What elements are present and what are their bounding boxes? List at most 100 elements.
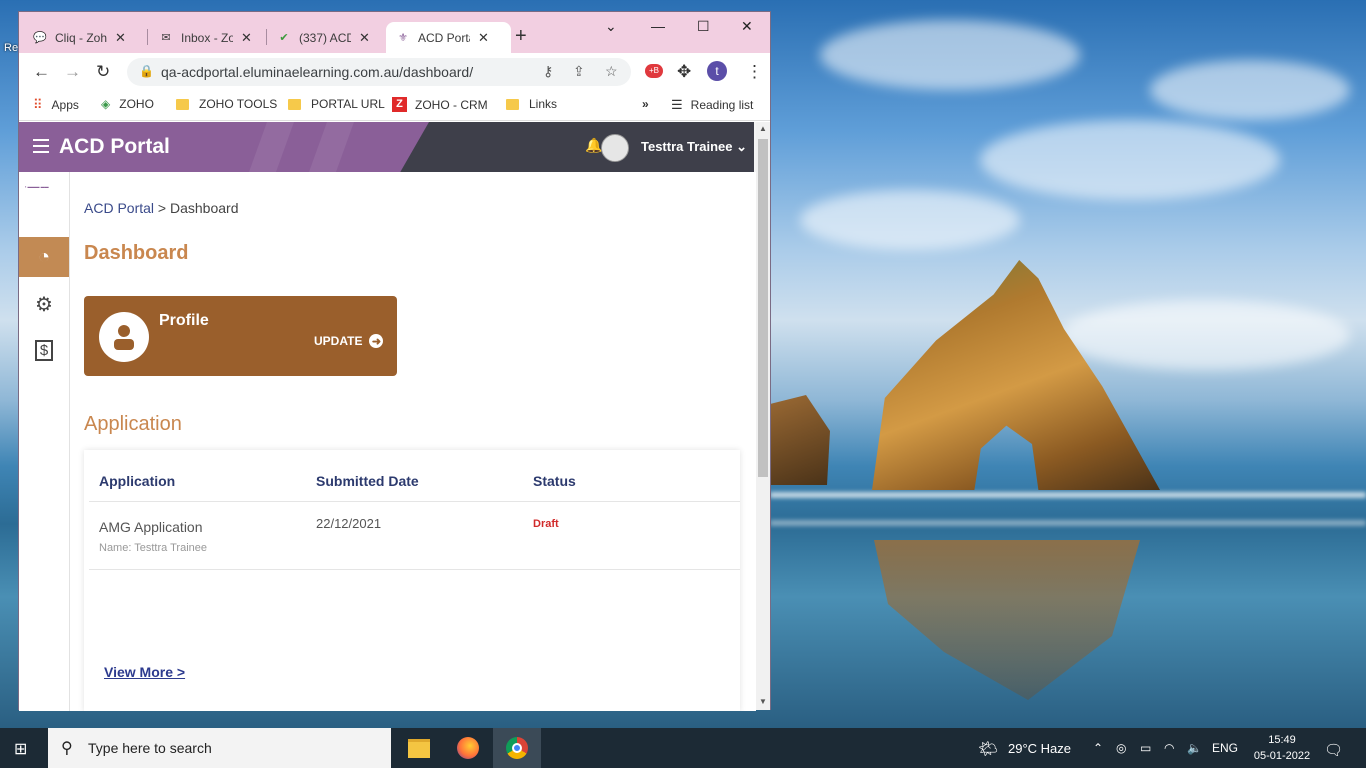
money-icon: $ bbox=[34, 339, 54, 361]
browser-toolbar: ← → ↻ 🔒 qa-acdportal.eluminaelearning.co… bbox=[19, 53, 770, 90]
folder-icon bbox=[506, 98, 519, 110]
extension-icon[interactable]: +B bbox=[645, 64, 663, 78]
reading-list-button[interactable]: ☰ Reading list bbox=[671, 97, 753, 113]
mail-icon: ✉ bbox=[161, 32, 171, 44]
scroll-down-icon[interactable]: ▼ bbox=[759, 697, 767, 706]
scroll-up-icon[interactable]: ▲ bbox=[759, 124, 767, 133]
browser-window: 💬 Cliq - Zoho ✕ ✉ Inbox - Zoho ✕ ✔ (337)… bbox=[18, 11, 771, 711]
hamburger-menu-icon[interactable] bbox=[33, 139, 49, 153]
close-window-button[interactable]: ✕ bbox=[741, 18, 753, 35]
page-scrollbar[interactable]: ▲ ▼ bbox=[756, 122, 770, 710]
windows-start-icon[interactable]: ⊞ bbox=[14, 739, 27, 759]
profile-avatar[interactable]: t bbox=[707, 61, 727, 81]
sea-arch-rock bbox=[872, 260, 1160, 490]
cliq-icon: 💬 bbox=[33, 32, 47, 44]
application-name: AMG Application bbox=[99, 519, 203, 535]
gear-icon: ⚙ bbox=[35, 293, 53, 316]
more-bookmarks-button[interactable]: » bbox=[642, 97, 649, 111]
bookmarks-bar: ⠿ Apps ◈ ZOHO ZOHO TOOLS PORTAL URL Z ZO… bbox=[19, 90, 770, 121]
close-icon[interactable]: ✕ bbox=[115, 30, 126, 46]
institution-logo: ▪ ▬▬▬ ▬▬ bbox=[25, 184, 49, 189]
sidebar-item-payments[interactable]: $ bbox=[19, 330, 69, 370]
weather-icon[interactable]: 🌤 bbox=[978, 739, 998, 759]
profile-card-title: Profile bbox=[159, 312, 209, 329]
back-icon[interactable]: ← bbox=[33, 62, 50, 82]
battery-icon[interactable]: ▭ bbox=[1140, 741, 1151, 755]
maximize-button[interactable]: ☐ bbox=[697, 18, 710, 35]
brand-title: ACD Portal bbox=[59, 135, 170, 158]
minimize-button[interactable]: — bbox=[651, 18, 665, 34]
bookmark-portal-url[interactable]: PORTAL URL bbox=[288, 97, 385, 111]
extensions-puzzle-icon[interactable]: ✥ bbox=[677, 62, 691, 82]
chrome-icon[interactable] bbox=[493, 728, 541, 768]
language-indicator[interactable]: ENG bbox=[1212, 741, 1238, 755]
breadcrumb-home-link[interactable]: ACD Portal bbox=[84, 200, 154, 216]
bookmark-links[interactable]: Links bbox=[506, 97, 557, 111]
share-icon[interactable]: ⇪ bbox=[573, 63, 585, 80]
close-icon[interactable]: ✕ bbox=[359, 30, 370, 46]
menu-dots-icon[interactable]: ⋮ bbox=[746, 62, 763, 82]
user-menu[interactable]: Testtra Trainee ⌄ bbox=[641, 139, 747, 155]
taskbar-search[interactable]: ⚲ Type here to search bbox=[48, 728, 391, 768]
sidebar-item-dashboard[interactable]: ◔ bbox=[19, 237, 69, 277]
page-viewport: ACD Portal 🔔 Testtra Trainee ⌄ ▪ ▬▬▬ ▬▬ … bbox=[19, 122, 756, 711]
close-icon[interactable]: ✕ bbox=[241, 30, 252, 46]
check-icon: ✔ bbox=[279, 32, 289, 44]
meet-icon[interactable]: ◎ bbox=[1116, 741, 1126, 755]
wifi-icon[interactable]: ◠ bbox=[1164, 741, 1174, 755]
tab-search-icon[interactable]: ⌄ bbox=[605, 18, 617, 35]
arrow-right-circle-icon: ➜ bbox=[369, 334, 384, 348]
file-explorer-icon[interactable] bbox=[395, 728, 443, 768]
forward-icon[interactable]: → bbox=[64, 62, 81, 82]
table-header: Status bbox=[533, 473, 576, 489]
firefox-icon[interactable] bbox=[444, 728, 492, 768]
table-header: Submitted Date bbox=[316, 473, 419, 489]
tab-acd-portal[interactable]: ⚜ ACD Portal ✕ bbox=[386, 22, 511, 53]
page-title: Dashboard bbox=[84, 242, 189, 264]
user-icon bbox=[99, 312, 149, 362]
breadcrumb-current: Dashboard bbox=[170, 200, 239, 216]
tab-inbox[interactable]: ✉ Inbox - Zoho ✕ bbox=[159, 22, 274, 53]
tab-acd-337[interactable]: ✔ (337) ACD ✕ bbox=[277, 22, 387, 53]
bookmark-apps[interactable]: ⠿ Apps bbox=[33, 97, 79, 113]
profile-card: Profile UPDATE ➜ bbox=[84, 296, 397, 376]
scroll-thumb[interactable] bbox=[758, 139, 768, 477]
applicant-name: Name: Testtra Trainee bbox=[99, 542, 208, 554]
bookmark-star-icon[interactable]: ☆ bbox=[605, 63, 618, 80]
profile-update-button[interactable]: UPDATE ➜ bbox=[314, 334, 384, 348]
portal-header: ACD Portal 🔔 Testtra Trainee ⌄ bbox=[19, 122, 754, 172]
bookmark-zoho-tools[interactable]: ZOHO TOOLS bbox=[176, 97, 277, 111]
weather-text[interactable]: 29°C Haze bbox=[1008, 741, 1071, 756]
tab-cliq[interactable]: 💬 Cliq - Zoho ✕ bbox=[33, 22, 143, 53]
application-table: Application Submitted Date Status AMG Ap… bbox=[84, 450, 740, 711]
status-badge: Draft bbox=[533, 518, 559, 530]
close-icon[interactable]: ✕ bbox=[478, 30, 489, 46]
bookmark-zoho-crm[interactable]: Z ZOHO - CRM bbox=[392, 97, 488, 112]
speedometer-icon: ◔ bbox=[37, 245, 51, 268]
taskbar: ⊞ ⚲ Type here to search 🌤 29°C Haze ⌃ ◎ … bbox=[0, 728, 1366, 768]
new-tab-button[interactable]: + bbox=[515, 25, 527, 48]
portal-icon: ⚜ bbox=[398, 32, 408, 44]
zoho-icon: ◈ bbox=[101, 97, 111, 111]
application-heading: Application bbox=[84, 413, 182, 435]
folder-icon bbox=[176, 98, 189, 110]
user-avatar[interactable] bbox=[601, 134, 629, 162]
clock[interactable]: 15:49 05-01-2022 bbox=[1250, 732, 1314, 764]
volume-icon[interactable]: 🔈 bbox=[1187, 741, 1202, 755]
bookmark-zoho[interactable]: ◈ ZOHO bbox=[101, 97, 154, 111]
chevron-up-icon[interactable]: ⌃ bbox=[1093, 741, 1103, 755]
table-header: Application bbox=[99, 473, 176, 489]
tab-strip: 💬 Cliq - Zoho ✕ ✉ Inbox - Zoho ✕ ✔ (337)… bbox=[19, 12, 770, 53]
portal-sidebar: ▪ ▬▬▬ ▬▬ ◔ ⚙ $ bbox=[19, 172, 70, 711]
sidebar-item-settings[interactable]: ⚙ bbox=[19, 284, 69, 324]
notification-icon[interactable]: 🗨 bbox=[1324, 741, 1343, 759]
lock-icon: 🔒 bbox=[139, 64, 154, 78]
reload-icon[interactable]: ↻ bbox=[96, 62, 110, 82]
key-icon[interactable]: ⚷ bbox=[543, 63, 553, 80]
reading-list-icon: ☰ bbox=[671, 97, 683, 112]
breadcrumb: ACD Portal > Dashboard bbox=[84, 200, 239, 216]
view-more-link[interactable]: View More > bbox=[104, 664, 185, 680]
apps-grid-icon: ⠿ bbox=[33, 97, 43, 112]
address-bar[interactable]: 🔒 qa-acdportal.eluminaelearning.com.au/d… bbox=[127, 58, 631, 86]
bell-icon[interactable]: 🔔 bbox=[585, 137, 602, 154]
